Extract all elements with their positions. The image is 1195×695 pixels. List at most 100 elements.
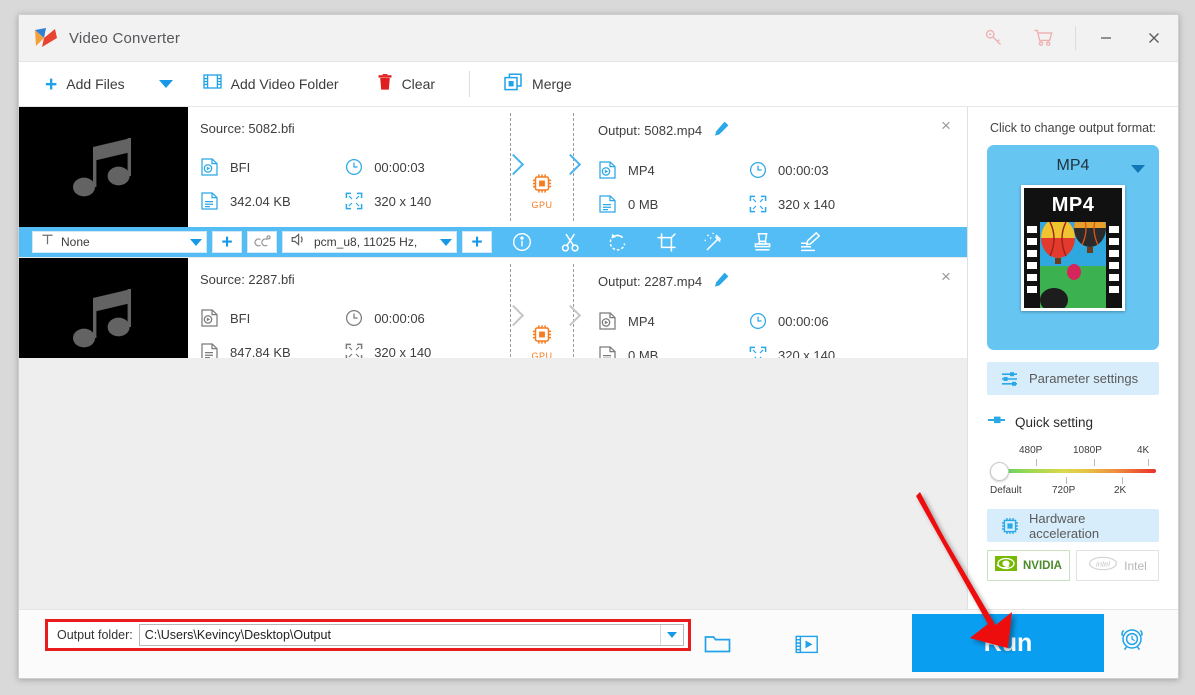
key-icon[interactable]	[969, 15, 1019, 61]
output-size: 0 MB	[628, 196, 659, 212]
merge-label: Merge	[532, 76, 572, 92]
change-format-label: Click to change output format:	[989, 121, 1157, 135]
format-thumb-label: MP4	[1024, 188, 1122, 222]
hardware-acceleration-label: Hardware acceleration	[1029, 510, 1100, 541]
output-resolution-row: 320 x 140	[748, 338, 908, 358]
clock-icon	[344, 158, 363, 177]
output-pane: Output: 5082.mp4 MP4 0 MB 00:00:03 320 x…	[586, 107, 967, 227]
speaker-icon	[291, 233, 307, 251]
resolution-icon	[344, 343, 363, 358]
titlebar-divider	[1075, 26, 1076, 50]
chevron-right-icon	[559, 304, 582, 327]
clear-button[interactable]: Clear	[377, 62, 435, 106]
output-format-row: MP4	[598, 304, 748, 338]
add-files-button[interactable]: + Add Files	[45, 62, 125, 106]
svg-text:intel: intel	[1096, 559, 1110, 568]
quick-setting-label: Quick setting	[1015, 414, 1094, 430]
alarm-clock-icon[interactable]	[1117, 622, 1147, 657]
chevron-down-icon[interactable]	[440, 238, 452, 246]
output-folder-value: C:\Users\Kevincy\Desktop\Output	[144, 628, 331, 642]
source-duration-row: 00:00:03	[344, 150, 498, 184]
close-button[interactable]	[1130, 15, 1178, 61]
source-size: 342.04 KB	[230, 193, 291, 209]
subtitle-value: None	[61, 235, 90, 249]
output-format-card[interactable]: MP4 MP4	[987, 145, 1159, 350]
rotate-icon[interactable]	[594, 227, 642, 257]
source-resolution-row: 320 x 140	[344, 184, 498, 218]
gpu-label: GPU	[531, 351, 553, 358]
audio-track-select[interactable]: pcm_u8, 11025 Hz,	[282, 231, 457, 253]
crop-icon[interactable]	[642, 227, 690, 257]
output-pane: Output: 2287.mp4 MP4 0 MB 00:00:06 320 x…	[586, 258, 967, 358]
source-format: BFI	[230, 310, 251, 326]
output-resolution: 320 x 140	[778, 347, 836, 359]
run-button[interactable]: Run	[912, 614, 1104, 672]
source-size: 847.84 KB	[230, 344, 291, 359]
merge-button[interactable]: Merge	[504, 62, 572, 106]
output-format: MP4	[628, 313, 655, 329]
run-label: Run	[983, 628, 1033, 657]
nvidia-button[interactable]: NVIDIA	[987, 550, 1070, 581]
open-folder-icon[interactable]	[697, 624, 737, 664]
source-title: Source: 2287.bfi	[200, 272, 295, 287]
add-files-dropdown-icon[interactable]	[158, 80, 173, 88]
file-video-icon	[598, 312, 617, 331]
music-note-icon	[65, 127, 143, 208]
slider-label-1080p: 1080P	[1073, 445, 1102, 456]
video-thumbnail[interactable]	[19, 258, 188, 358]
chevron-right-icon	[559, 153, 582, 176]
format-dropdown-icon[interactable]	[1131, 165, 1145, 173]
hardware-acceleration-button[interactable]: Hardware acceleration	[987, 509, 1159, 542]
resolution-slider[interactable]: 480P 1080P 4K Default 720P 2K	[990, 445, 1156, 499]
intel-button[interactable]: intel Intel	[1076, 550, 1159, 581]
screenshot-root: Video Converter + Add Files Add Video Fo…	[0, 0, 1195, 695]
slider-track	[1002, 469, 1156, 473]
file-row-content: Source: 5082.bfi BFI 342.04 KB 00:00:03 …	[19, 107, 967, 227]
clock-icon	[748, 312, 767, 331]
add-video-folder-button[interactable]: Add Video Folder	[202, 62, 339, 106]
minimize-button[interactable]	[1082, 15, 1130, 61]
watermark-icon[interactable]	[738, 227, 786, 257]
source-size-row: 342.04 KB	[200, 184, 344, 218]
video-preview-icon[interactable]	[787, 624, 827, 664]
closed-caption-button[interactable]	[247, 231, 277, 253]
output-duration-row: 00:00:03	[748, 153, 908, 187]
info-icon[interactable]	[498, 227, 546, 257]
parameter-settings-label: Parameter settings	[1029, 371, 1139, 386]
chevron-down-icon[interactable]	[190, 238, 202, 246]
subtitle-edit-icon[interactable]	[786, 227, 834, 257]
file-video-icon	[598, 161, 617, 180]
output-folder-dropdown-icon[interactable]	[660, 625, 683, 645]
source-title: Source: 5082.bfi	[200, 121, 295, 136]
gpu-indicator[interactable]: GPU	[531, 173, 552, 210]
effect-icon[interactable]	[690, 227, 738, 257]
file-row[interactable]: Source: 2287.bfi BFI 847.84 KB 00:00:06 …	[19, 258, 967, 358]
cart-icon[interactable]	[1019, 15, 1069, 61]
remove-file-icon[interactable]: ×	[935, 266, 957, 288]
sliders-icon	[1001, 371, 1019, 387]
row-action-bar: None + pcm_u8, 11025 Hz, +	[19, 227, 967, 257]
main-toolbar: + Add Files Add Video Folder Clear Merge	[19, 62, 1178, 107]
resolution-icon	[344, 192, 363, 211]
subtitle-select[interactable]: None	[32, 231, 207, 253]
format-thumbnail: MP4	[1021, 185, 1125, 311]
source-duration: 00:00:06	[374, 310, 425, 326]
footer-bar: Output folder: C:\Users\Kevincy\Desktop\…	[19, 609, 1178, 678]
source-format-row: BFI	[200, 301, 344, 335]
add-subtitle-button[interactable]: +	[212, 231, 242, 253]
parameter-settings-button[interactable]: Parameter settings	[987, 362, 1159, 395]
add-audio-button[interactable]: +	[462, 231, 492, 253]
slider-label-480p: 480P	[1019, 445, 1043, 456]
gpu-indicator[interactable]: GPU	[531, 324, 552, 358]
file-row[interactable]: Source: 5082.bfi BFI 342.04 KB 00:00:03 …	[19, 107, 967, 258]
rename-pencil-icon[interactable]	[714, 121, 729, 139]
nvidia-label: NVIDIA	[1023, 559, 1062, 572]
rename-pencil-icon[interactable]	[714, 272, 729, 290]
cut-icon[interactable]	[546, 227, 594, 257]
add-video-folder-label: Add Video Folder	[230, 76, 339, 92]
remove-file-icon[interactable]: ×	[935, 115, 957, 137]
video-thumbnail[interactable]	[19, 107, 188, 227]
output-folder-input[interactable]: C:\Users\Kevincy\Desktop\Output	[138, 624, 684, 646]
slider-handle[interactable]	[990, 462, 1009, 481]
convert-arrow-pane: GPU	[498, 258, 586, 358]
